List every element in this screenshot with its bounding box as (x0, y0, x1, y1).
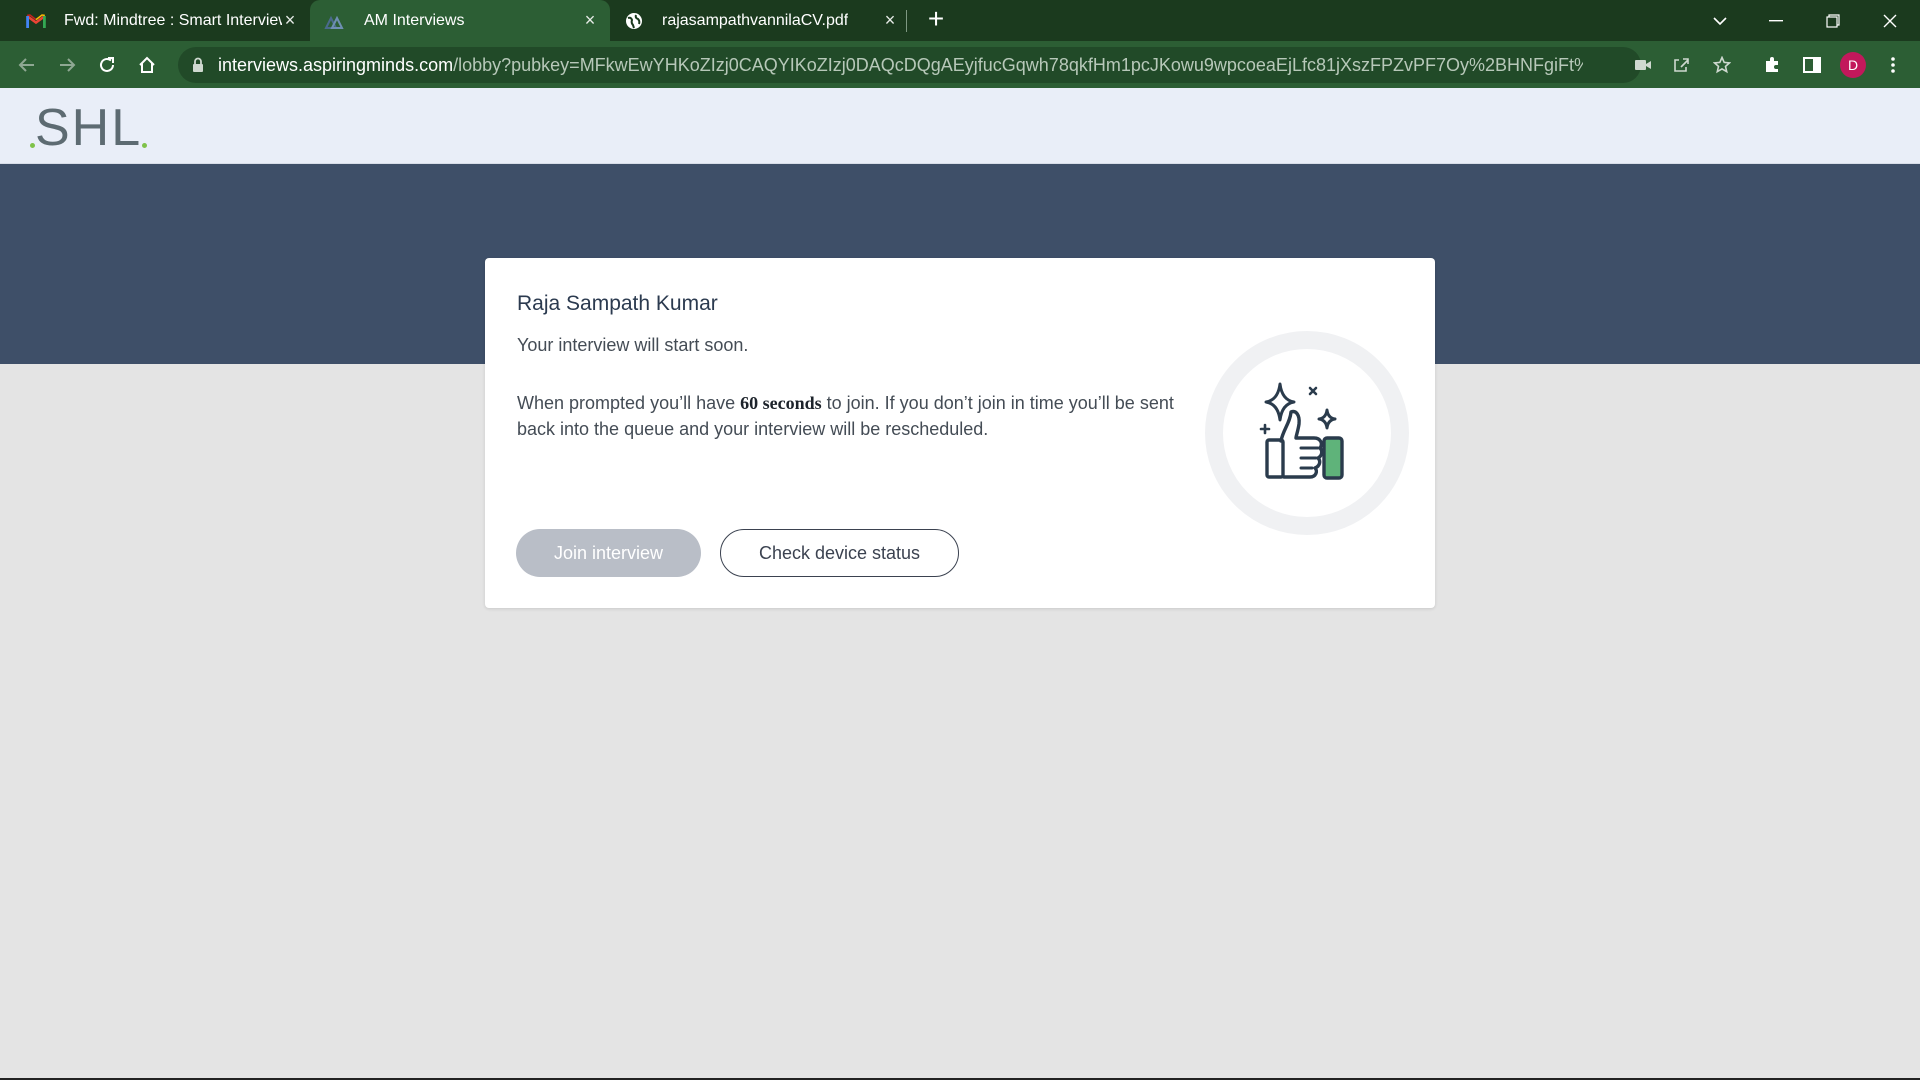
join-window-duration: 60 seconds (740, 393, 822, 413)
home-icon (139, 56, 155, 73)
chevron-down-icon (1713, 16, 1727, 25)
extensions-button[interactable] (1755, 48, 1789, 82)
new-tab-button[interactable]: + (922, 5, 950, 34)
url-domain: interviews.aspiringminds.com (218, 55, 454, 75)
lock-icon (193, 57, 203, 72)
back-button[interactable] (10, 48, 44, 82)
bookmark-button[interactable] (1705, 48, 1739, 82)
share-icon (1674, 58, 1689, 72)
reload-icon (100, 57, 114, 72)
arrow-right-icon (60, 58, 76, 72)
minimize-icon (1769, 19, 1783, 21)
close-window-button[interactable] (1862, 0, 1918, 41)
info-text: When prompted you’ll have (517, 393, 741, 413)
join-interview-button[interactable]: Join interview (516, 529, 701, 577)
side-panel-button[interactable] (1795, 48, 1829, 82)
tab-title: rajasampathvannilaCV.pdf (662, 11, 849, 29)
gmail-icon (26, 11, 46, 31)
tab-am-interviews[interactable]: AM Interviews × (310, 0, 610, 41)
profile-button[interactable]: D (1836, 48, 1870, 82)
side-panel-icon (1803, 57, 1821, 73)
tab-pdf[interactable]: rajasampathvannilaCV.pdf × (610, 0, 910, 41)
candidate-name: Raja Sampath Kumar (517, 292, 718, 315)
am-interviews-icon (324, 11, 344, 31)
check-device-status-button[interactable]: Check device status (720, 529, 959, 577)
browser-toolbar: interviews.aspiringminds.com/lobby?pubke… (0, 41, 1920, 88)
logo-dot (142, 143, 148, 148)
close-icon (1883, 14, 1897, 27)
home-button[interactable] (130, 48, 164, 82)
logo-text: SHL (35, 99, 143, 157)
site-header: SHL (0, 88, 1920, 164)
forward-button[interactable] (50, 48, 84, 82)
browser-tab-strip: Fwd: Mindtree : Smart Interview | × AM I… (0, 0, 1920, 41)
tab-title: AM Interviews (364, 11, 465, 29)
arrow-left-icon (18, 58, 34, 72)
restore-button[interactable] (1805, 0, 1861, 41)
minimize-button[interactable] (1748, 0, 1804, 41)
globe-icon (624, 11, 644, 31)
star-icon (1713, 56, 1731, 74)
tab-search-button[interactable] (1692, 0, 1748, 41)
join-instructions: When prompted you’ll have 60 seconds to … (517, 390, 1177, 442)
close-icon[interactable]: × (582, 11, 598, 29)
tab-separator (906, 10, 907, 32)
thumbs-up-sparkle-icon (1205, 331, 1409, 535)
status-message: Your interview will start soon. (517, 335, 749, 355)
shl-logo[interactable]: SHL (30, 98, 148, 157)
close-icon[interactable]: × (882, 11, 898, 29)
menu-button[interactable] (1876, 48, 1910, 82)
close-icon[interactable]: × (282, 11, 298, 29)
avatar: D (1840, 52, 1866, 78)
share-button[interactable] (1664, 48, 1698, 82)
tab-gmail[interactable]: Fwd: Mindtree : Smart Interview | × (12, 0, 310, 41)
lobby-card: Raja Sampath Kumar Your interview will s… (485, 258, 1435, 608)
camera-icon (1635, 60, 1651, 70)
puzzle-icon (1766, 57, 1778, 72)
url-path: /lobby?pubkey=MFkwEwYHKoZIzj0CAQYIKoZIzj… (453, 55, 1583, 75)
restore-icon (1826, 13, 1840, 28)
url-text: interviews.aspiringminds.com/lobby?pubke… (218, 55, 1583, 75)
address-bar[interactable]: interviews.aspiringminds.com/lobby?pubke… (178, 47, 1651, 83)
tab-title: Fwd: Mindtree : Smart Interview | (64, 11, 282, 29)
kebab-menu-icon (1891, 57, 1895, 73)
reload-button[interactable] (90, 48, 124, 82)
